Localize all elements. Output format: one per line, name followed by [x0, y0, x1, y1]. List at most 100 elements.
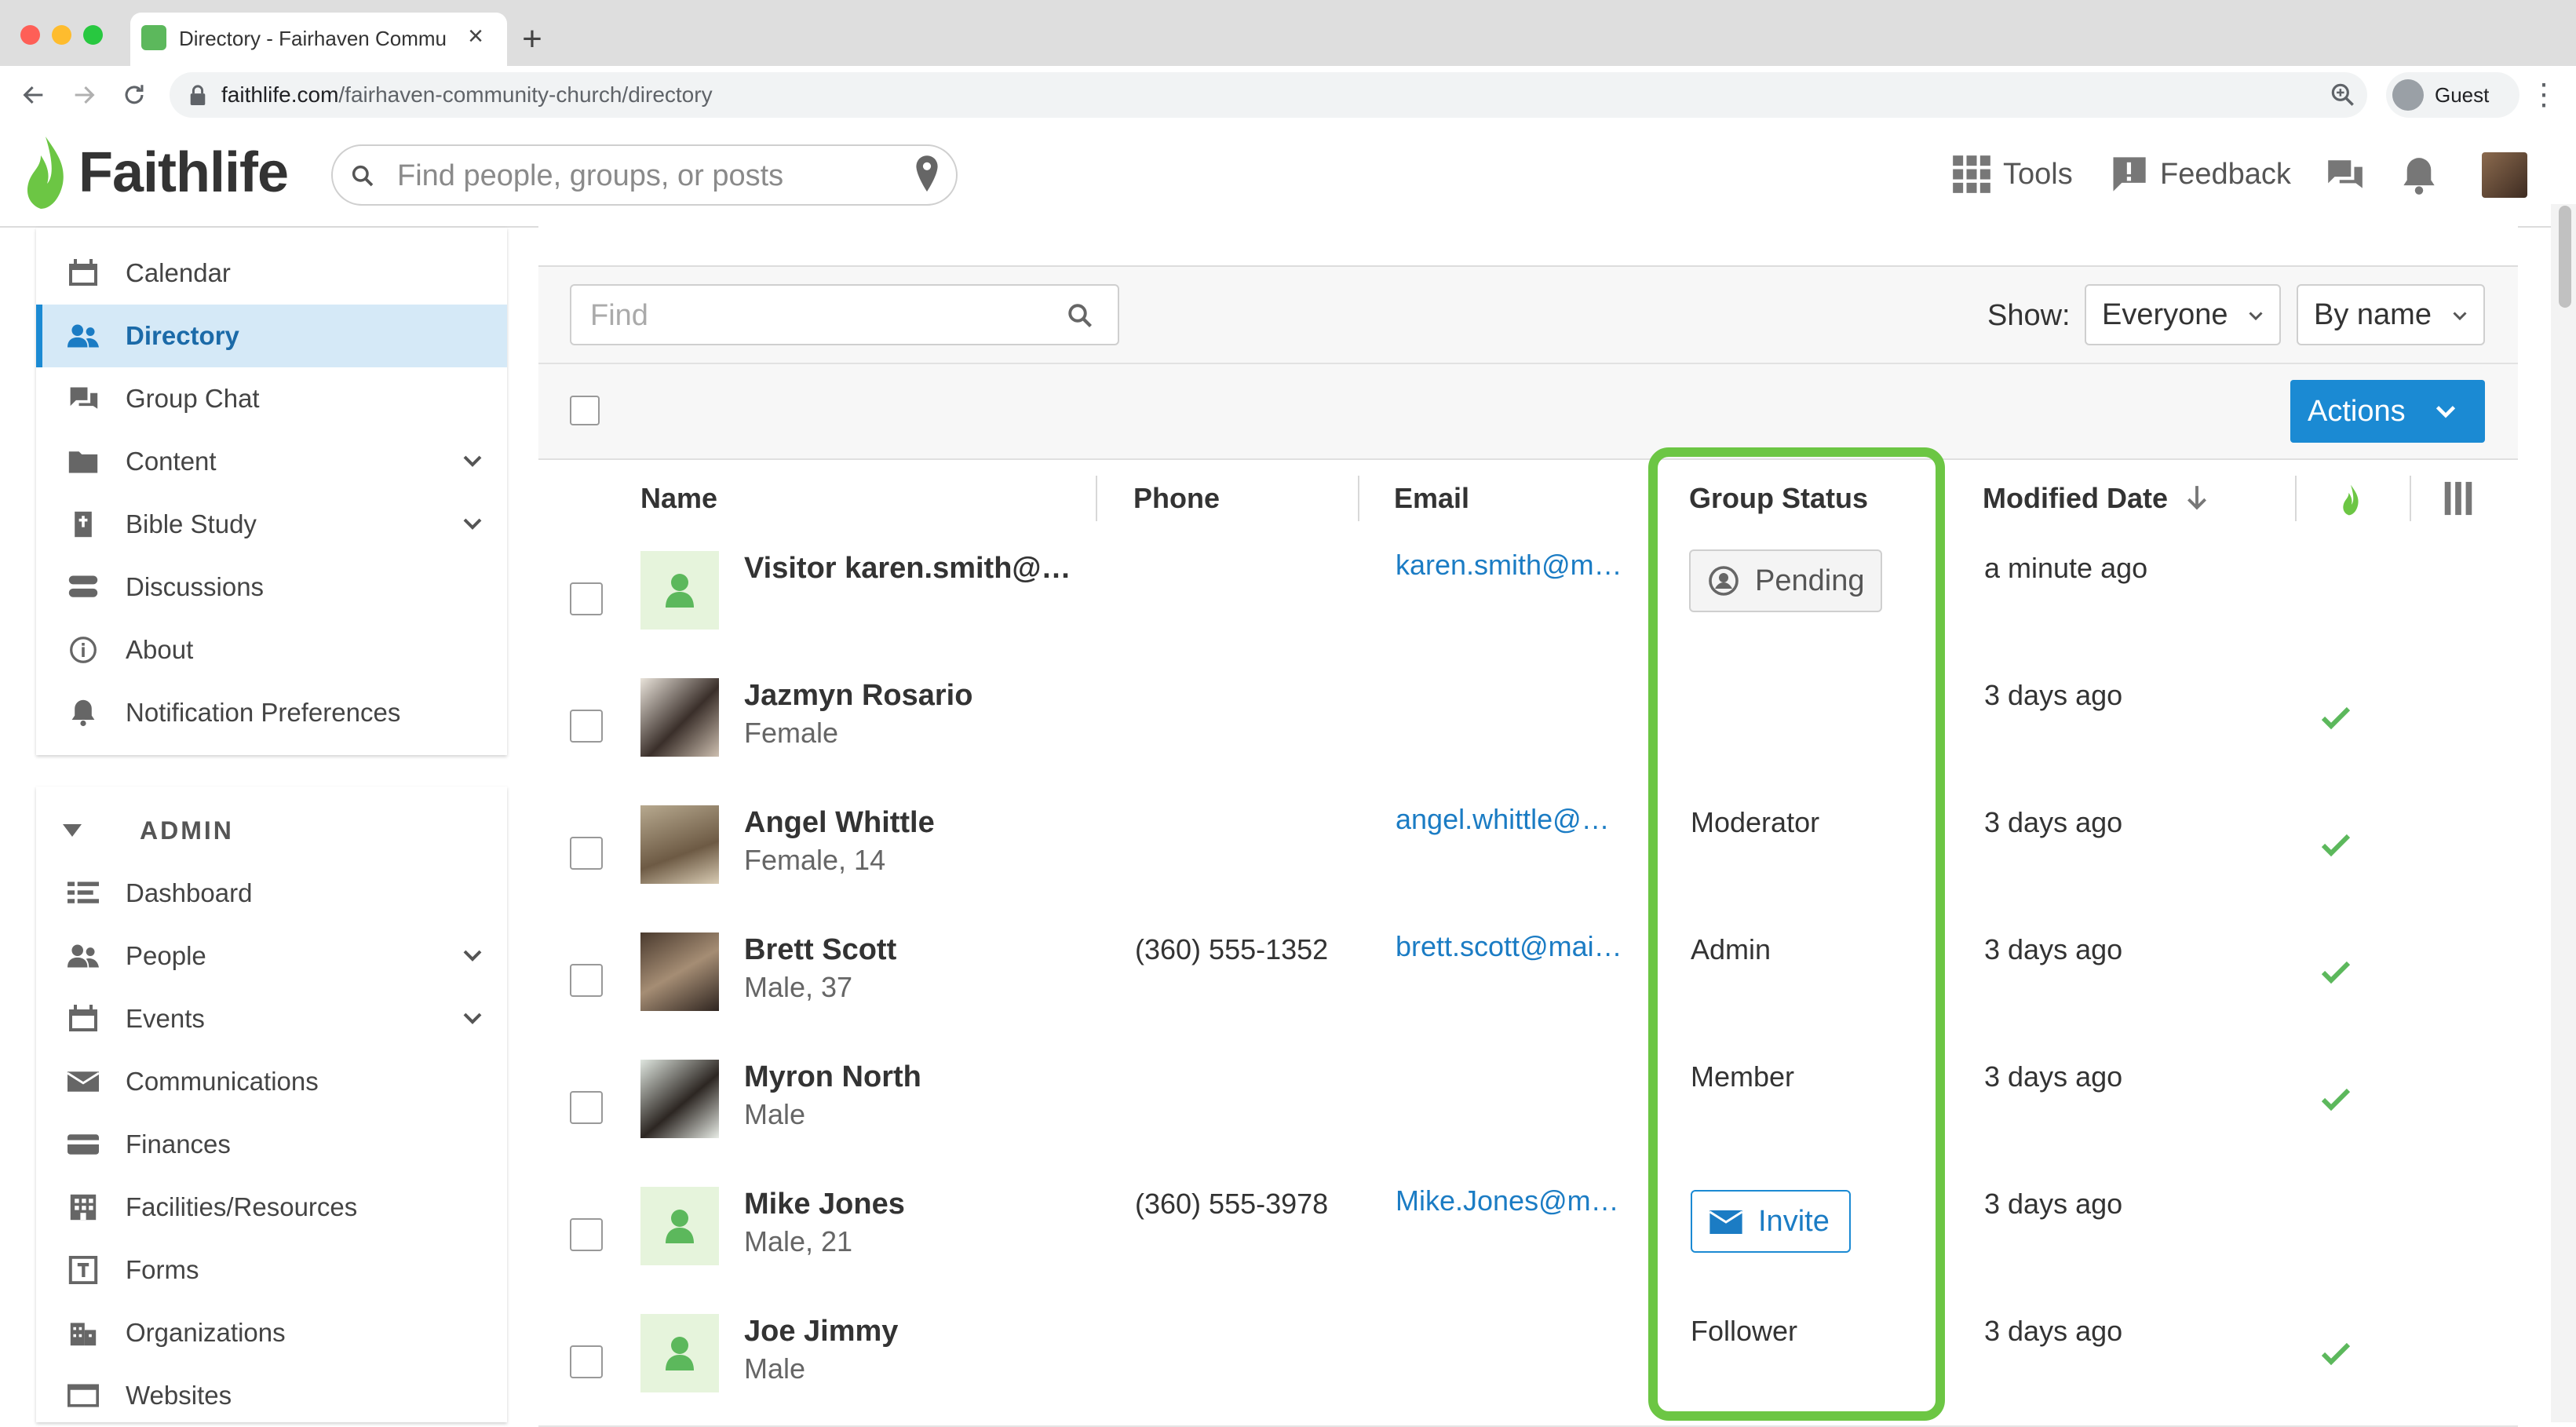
checkmark-icon [2322, 961, 2350, 984]
actions-button[interactable]: Actions [2290, 380, 2485, 443]
person-name[interactable]: Myron North [744, 1058, 1097, 1096]
global-search[interactable] [331, 144, 958, 206]
page-scrollbar[interactable] [2551, 204, 2576, 1422]
sidebar-item-forms[interactable]: Forms [36, 1239, 507, 1301]
user-avatar[interactable] [2482, 152, 2527, 198]
location-pin-icon[interactable] [914, 154, 940, 195]
column-header-email[interactable]: Email [1394, 460, 1469, 537]
table-row[interactable]: Mike Jones Male, 21 (360) 555-3978 Mike.… [538, 1171, 2518, 1300]
faithlife-logo-text[interactable]: Faithlife [78, 140, 289, 206]
sidebar-item-label: Group Chat [126, 384, 260, 413]
sidebar-item-websites[interactable]: Websites [36, 1364, 507, 1427]
find-input[interactable] [589, 294, 1031, 338]
scrollbar-thumb[interactable] [2559, 206, 2571, 308]
table-row[interactable]: Brett Scott Male, 37 (360) 555-1352 bret… [538, 917, 2518, 1046]
admin-section-toggle[interactable]: ADMIN [63, 810, 377, 852]
row-checkbox[interactable] [570, 1218, 603, 1251]
invite-button[interactable]: Invite [1691, 1190, 1851, 1253]
messages-icon[interactable] [2323, 155, 2366, 195]
tools-button[interactable]: Tools [1951, 151, 2073, 198]
browser-tab[interactable]: Directory - Fairhaven Community Church × [130, 13, 507, 66]
sidebar-item-group-chat[interactable]: Group Chat [36, 367, 507, 430]
row-checkbox[interactable] [570, 837, 603, 870]
sidebar-item-calendar[interactable]: Calendar [36, 242, 507, 305]
person-name[interactable]: Brett Scott [744, 931, 1097, 969]
table-row[interactable]: Angel Whittle Female, 14 angel.whittle@…… [538, 790, 2518, 918]
sidebar-item-label: Facilities/Resources [126, 1192, 358, 1221]
form-icon [68, 1256, 98, 1284]
search-icon[interactable] [1066, 301, 1094, 330]
status-badge-pending[interactable]: Pending [1689, 549, 1882, 612]
person-email[interactable]: karen.smith@m… [1396, 546, 1639, 584]
checkmark-icon [2322, 834, 2350, 857]
sidebar-item-bible-study[interactable]: Bible Study [36, 493, 507, 556]
notifications-bell-icon[interactable] [2400, 154, 2438, 196]
person-email[interactable]: brett.scott@mai… [1396, 928, 1639, 965]
person-email[interactable]: angel.whittle@… [1396, 801, 1639, 838]
person-name[interactable]: Mike Jones [744, 1185, 1097, 1223]
sidebar-item-label: About [126, 635, 194, 664]
sort-dropdown[interactable]: By name [2297, 284, 2485, 345]
address-bar[interactable]: faithlife.com/fairhaven-community-church… [170, 72, 2367, 118]
checkmark-icon [2322, 1088, 2350, 1111]
sidebar-item-label: Websites [126, 1381, 232, 1410]
avatar [640, 805, 719, 884]
row-checkbox[interactable] [570, 710, 603, 743]
person-email[interactable]: Mike.Jones@m… [1396, 1182, 1639, 1220]
column-header-name[interactable]: Name [640, 460, 717, 537]
sidebar-item-about[interactable]: About [36, 619, 507, 681]
person-details: Female [744, 717, 839, 749]
reload-icon[interactable] [115, 75, 154, 115]
back-icon[interactable] [14, 75, 53, 115]
table-row[interactable]: Jazmyn Rosario Female 3 days ago [538, 662, 2518, 791]
feedback-button[interactable]: Feedback [2108, 151, 2291, 198]
sidebar-item-communications[interactable]: Communications [36, 1050, 507, 1113]
profile-icon [2392, 79, 2424, 111]
chevron-down-icon[interactable] [460, 449, 485, 474]
column-header-group-status[interactable]: Group Status [1689, 460, 1868, 537]
close-window-button[interactable] [20, 25, 40, 45]
sidebar-item-discussions[interactable]: Discussions [36, 556, 507, 619]
table-row[interactable]: Myron North Male Member 3 days ago [538, 1044, 2518, 1173]
person-name[interactable]: Visitor karen.smith@m… [744, 549, 1097, 587]
profile-button[interactable]: Guest [2386, 72, 2519, 118]
row-checkbox[interactable] [570, 1345, 603, 1378]
table-row[interactable]: Joe Jimmy Male Follower 3 days ago [538, 1298, 2518, 1427]
faithlife-logo-icon[interactable] [22, 133, 69, 212]
column-header-phone[interactable]: Phone [1133, 460, 1220, 537]
sidebar-item-notification-preferences[interactable]: Notification Preferences [36, 681, 507, 744]
sidebar-item-organizations[interactable]: Organizations [36, 1301, 507, 1364]
select-all-checkbox[interactable] [570, 396, 600, 425]
sidebar-item-content[interactable]: Content [36, 430, 507, 493]
sidebar-item-directory[interactable]: Directory [36, 305, 507, 367]
chevron-down-icon [2453, 312, 2467, 321]
sidebar-item-people[interactable]: People [36, 925, 507, 987]
sidebar-item-events[interactable]: Events [36, 987, 507, 1050]
chevron-down-icon[interactable] [460, 512, 485, 537]
avatar-placeholder-icon [640, 1314, 719, 1392]
column-header-modified-date[interactable]: Modified Date [1983, 460, 2209, 537]
directory-find[interactable] [570, 284, 1119, 345]
sidebar-item-finances[interactable]: Finances [36, 1113, 507, 1176]
forward-icon[interactable] [64, 75, 104, 115]
chevron-down-icon[interactable] [460, 943, 485, 969]
row-checkbox[interactable] [570, 582, 603, 615]
tab-close-icon[interactable]: × [460, 20, 491, 52]
person-name[interactable]: Jazmyn Rosario [744, 677, 1097, 714]
columns-icon[interactable] [2443, 480, 2474, 516]
kebab-menu-icon[interactable]: ⋮ [2529, 74, 2559, 116]
row-checkbox[interactable] [570, 1091, 603, 1124]
person-name[interactable]: Joe Jimmy [744, 1312, 1097, 1350]
minimize-window-button[interactable] [52, 25, 71, 45]
sidebar-item-facilities-resources[interactable]: Facilities/Resources [36, 1176, 507, 1239]
show-filter-dropdown[interactable]: Everyone [2085, 284, 2281, 345]
global-search-input[interactable] [396, 154, 870, 198]
new-tab-button[interactable]: + [510, 17, 554, 61]
table-row[interactable]: Visitor karen.smith@m… karen.smith@m… Pe… [538, 535, 2518, 664]
sidebar-item-dashboard[interactable]: Dashboard [36, 862, 507, 925]
person-name[interactable]: Angel Whittle [744, 804, 1097, 841]
chevron-down-icon[interactable] [460, 1006, 485, 1031]
maximize-window-button[interactable] [83, 25, 103, 45]
zoom-icon[interactable] [2328, 80, 2358, 110]
row-checkbox[interactable] [570, 964, 603, 997]
